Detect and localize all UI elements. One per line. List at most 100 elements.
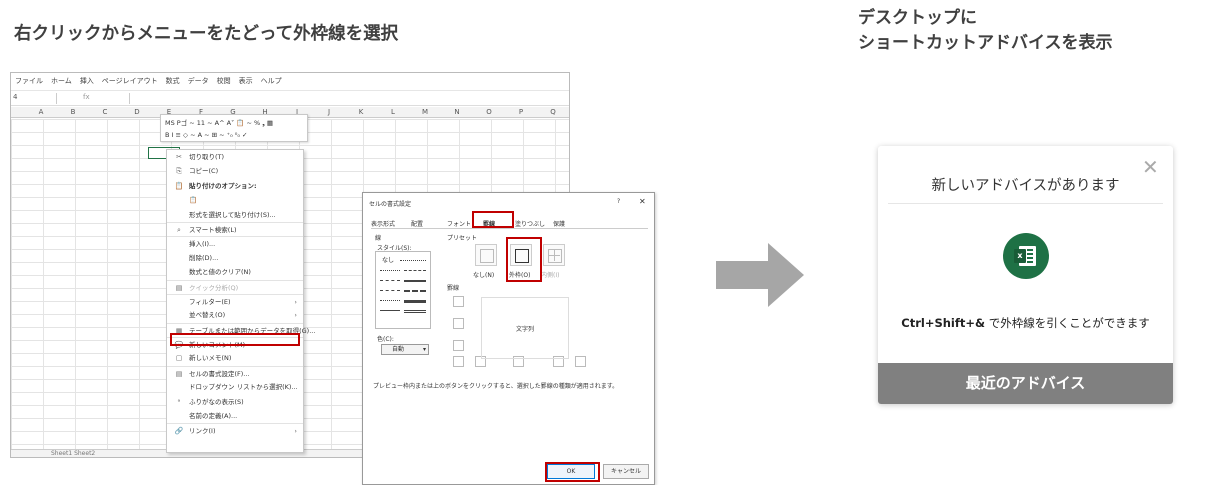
highlight-box-outline	[506, 237, 542, 282]
menu-item-icon: ᵃ	[177, 397, 181, 406]
context-menu-item[interactable]: 🔗 リンク(I) ›	[167, 423, 303, 437]
close-icon[interactable]: ✕	[1142, 157, 1159, 177]
ribbon-tab[interactable]: ファイル	[15, 77, 43, 85]
column-header[interactable]: C	[89, 108, 121, 116]
formula-input[interactable]	[129, 93, 569, 104]
column-header[interactable]: D	[121, 108, 153, 116]
dialog-tab[interactable]: 表示形式	[371, 219, 395, 228]
preset-inside-label: 内側(I)	[541, 272, 560, 279]
line-style-list[interactable]: なし	[375, 251, 431, 329]
line-style-sample[interactable]	[404, 270, 426, 271]
column-header[interactable]: P	[505, 108, 537, 116]
context-menu-item[interactable]: ⌕ スマート検索(L)	[167, 221, 303, 236]
column-header[interactable]: A	[25, 108, 57, 116]
mini-toolbar-format-row[interactable]: B I ≡ ◇ ~ A ~ ⊞ ~ ⁺₀ ⁰₀ ✓	[165, 129, 303, 141]
menu-item-label: セルの書式設定(F)...	[189, 369, 250, 378]
border-diagonal-down-button[interactable]	[575, 356, 586, 367]
format-cells-dialog: セルの書式設定 ? ✕ 表示形式 配置 フォント 罫線 塗りつぶし 保護 線 スタイル(S…	[362, 192, 655, 485]
menu-item-icon: ✂	[176, 153, 182, 161]
message-text: で外枠線を引くことができます	[985, 316, 1150, 330]
close-icon[interactable]: ✕	[639, 197, 646, 206]
context-menu-item[interactable]: ▢ 新しいメモ(N)	[167, 351, 303, 365]
column-header[interactable]: N	[441, 108, 473, 116]
preview-text: 文字列	[516, 326, 535, 333]
menu-item-label: 📋	[189, 196, 198, 205]
ribbon-tab[interactable]: 校閲	[217, 77, 231, 85]
highlight-box-ok	[545, 462, 600, 482]
context-menu-item[interactable]: ▤ クイック分析(Q)	[167, 279, 303, 294]
chevron-right-icon: ›	[294, 311, 297, 320]
ribbon-tab[interactable]: 挿入	[80, 77, 94, 85]
ribbon-tab[interactable]: ヘルプ	[261, 77, 282, 85]
border-middle-button[interactable]	[453, 318, 464, 329]
arrow-right-icon	[716, 243, 804, 307]
mini-toolbar-font-row[interactable]: MS Pゴ ~ 11 ~ A^ A˅ 📋 ~ % ❟ ▦	[165, 117, 303, 129]
preset-none-button[interactable]	[475, 244, 497, 266]
advice-notification-card: 新しいアドバイスがあります ✕ x Ctrl+Shift+& で外枠線を引くこと…	[878, 146, 1173, 404]
ribbon-tab[interactable]: 数式	[166, 77, 180, 85]
context-menu-item[interactable]: ドロップダウン リストから選択(K)...	[167, 380, 303, 394]
color-select[interactable]: 自動 ▾	[381, 344, 429, 355]
menu-item-label: 名前の定義(A)...	[189, 412, 238, 421]
column-header[interactable]: J	[313, 108, 345, 116]
cancel-button[interactable]: キャンセル	[603, 464, 649, 479]
context-menu-item[interactable]: 数式と値のクリア(N)	[167, 265, 303, 279]
dialog-tab[interactable]: 配置	[411, 219, 423, 228]
menu-item-label: クイック分析(Q)	[189, 283, 239, 292]
line-style-sample[interactable]	[400, 260, 426, 261]
context-menu-item[interactable]: ⎘ コピー(C)	[167, 164, 303, 178]
line-style-sample[interactable]	[380, 270, 400, 271]
border-preview[interactable]: 文字列	[481, 297, 569, 359]
column-header[interactable]: O	[473, 108, 505, 116]
dialog-tab[interactable]: 塗りつぶし	[515, 219, 545, 228]
context-menu-item[interactable]: 📋 貼り付けのオプション:	[167, 179, 303, 193]
ribbon-tab[interactable]: データ	[188, 77, 209, 85]
column-header[interactable]: M	[409, 108, 441, 116]
line-style-sample[interactable]	[404, 300, 426, 303]
column-header[interactable]: K	[345, 108, 377, 116]
right-section-title: デスクトップに ショートカットアドバイスを表示	[858, 6, 1113, 56]
border-bottom-button[interactable]	[453, 340, 464, 351]
context-menu-item[interactable]: 形式を選択して貼り付け(S)...	[167, 208, 303, 222]
context-menu-item[interactable]: 挿入(I)...	[167, 236, 303, 250]
ribbon-tab[interactable]: ページレイアウト	[102, 77, 158, 85]
context-menu-item[interactable]: ▤ セルの書式設定(F)...	[167, 365, 303, 380]
context-menu-item[interactable]: 名前の定義(A)...	[167, 409, 303, 423]
menu-item-label: スマート検索(L)	[189, 225, 237, 234]
column-header[interactable]: L	[377, 108, 409, 116]
context-menu-item[interactable]: 削除(D)...	[167, 251, 303, 265]
dialog-tab[interactable]: フォント	[447, 219, 471, 228]
context-menu-item[interactable]: 並べ替え(O) ›	[167, 308, 303, 322]
recent-advice-button[interactable]: 最近のアドバイス	[878, 363, 1173, 404]
menu-item-label: ドロップダウン リストから選択(K)...	[189, 383, 298, 392]
line-style-sample[interactable]	[380, 300, 400, 301]
border-diagonal-up-button[interactable]	[453, 356, 464, 367]
ribbon-tab[interactable]: ホーム	[51, 77, 72, 85]
column-header[interactable]: B	[57, 108, 89, 116]
dialog-title: セルの書式設定	[369, 201, 412, 208]
line-style-sample[interactable]	[404, 280, 426, 282]
line-style-sample[interactable]	[380, 290, 400, 291]
ribbon-tab[interactable]: 表示	[239, 77, 253, 85]
dialog-tab[interactable]: 保護	[553, 219, 565, 228]
name-box[interactable]: 4	[11, 93, 57, 104]
line-style-sample[interactable]	[404, 290, 426, 292]
line-style-sample[interactable]	[380, 310, 400, 311]
context-menu-item[interactable]: フィルター(E) ›	[167, 293, 303, 308]
context-menu-item[interactable]: 📋	[167, 193, 303, 207]
mini-toolbar[interactable]: MS Pゴ ~ 11 ~ A^ A˅ 📋 ~ % ❟ ▦ B I ≡ ◇ ~ A…	[160, 114, 308, 142]
highlight-box-get-data	[170, 333, 300, 346]
context-menu-item[interactable]: ✂ 切り取り(T)	[167, 150, 303, 164]
chevron-right-icon: ›	[294, 297, 297, 306]
context-menu-item[interactable]: ᵃ ふりがなの表示(S)	[167, 395, 303, 409]
line-style-sample[interactable]	[380, 280, 400, 281]
border-top-button[interactable]	[453, 296, 464, 307]
style-none[interactable]: なし	[382, 255, 394, 264]
line-style-sample[interactable]	[404, 310, 426, 313]
help-icon[interactable]: ?	[617, 198, 620, 205]
column-header[interactable]: Q	[537, 108, 569, 116]
preset-inside-button[interactable]	[543, 244, 565, 266]
fx-icon: fx	[83, 93, 90, 101]
preset-none-label: なし(N)	[473, 272, 495, 279]
card-divider	[888, 203, 1163, 204]
